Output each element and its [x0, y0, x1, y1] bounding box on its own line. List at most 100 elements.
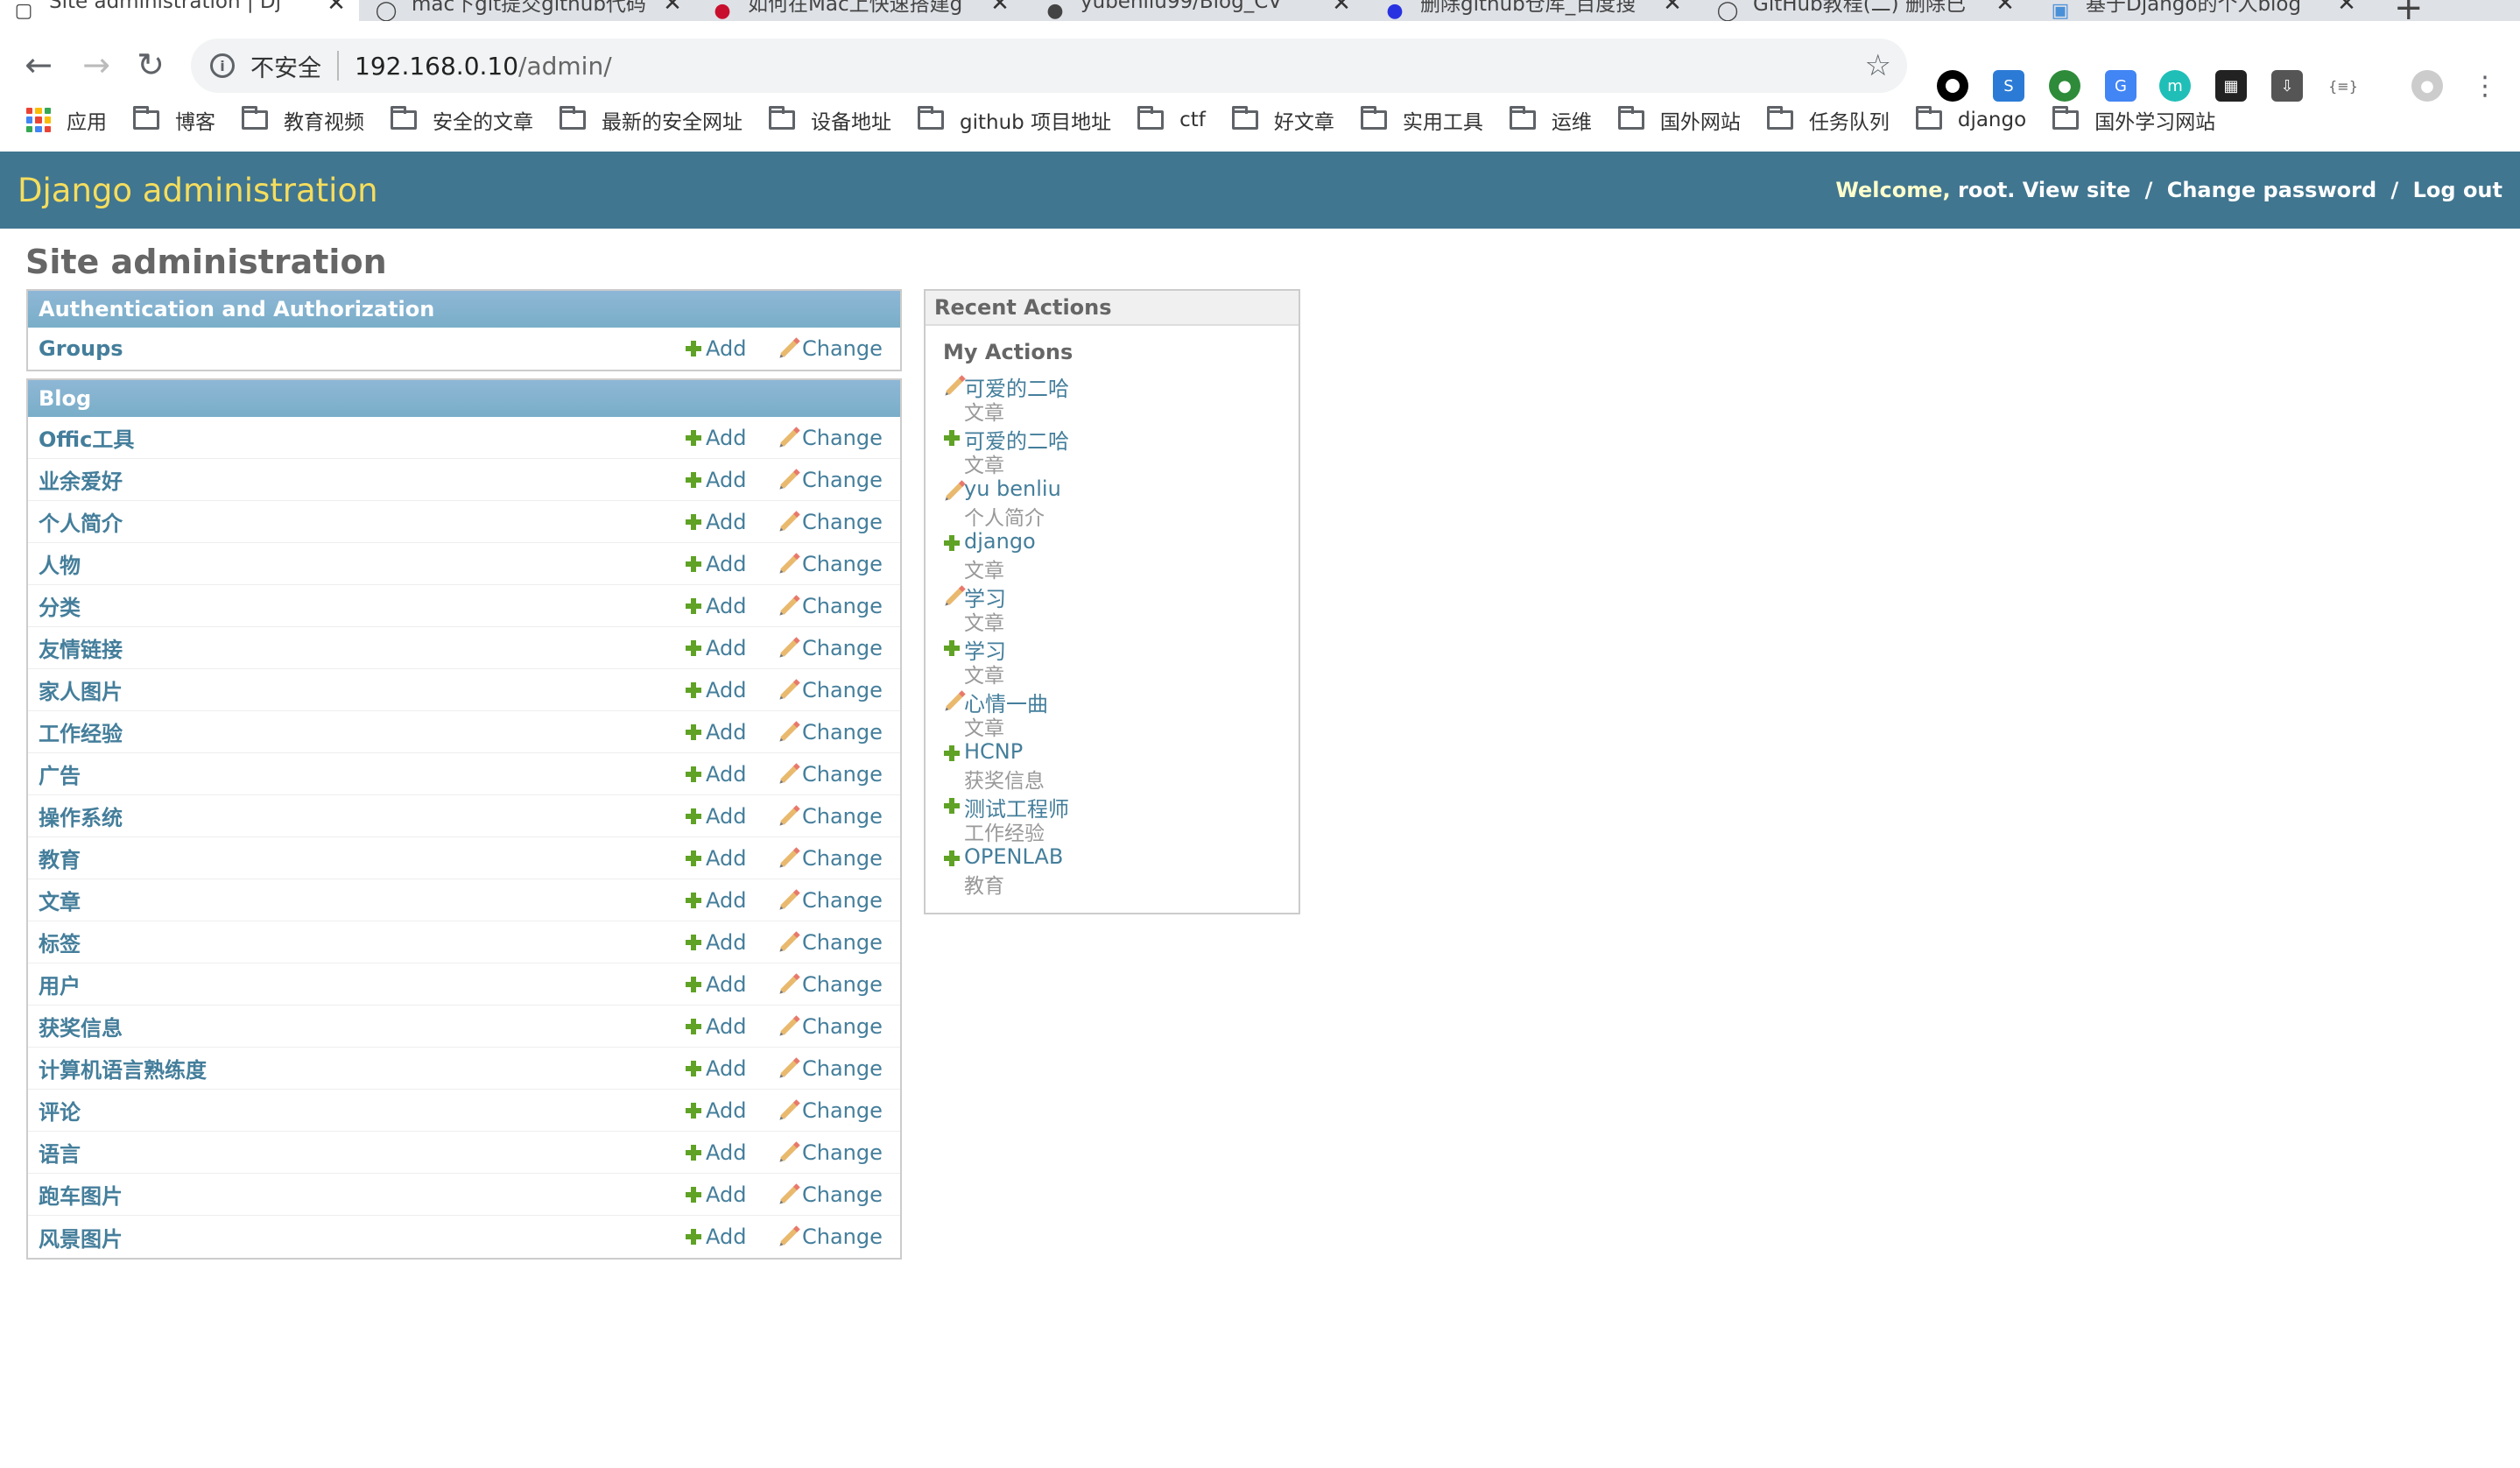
bookmark-folder[interactable]: 好文章	[1231, 105, 1334, 135]
bookmark-folder[interactable]: 实用工具	[1360, 105, 1483, 135]
browser-tab[interactable]: ◯ GitHub教程(二) 删除已 ✕	[1704, 0, 2028, 21]
add-link[interactable]: Add	[685, 879, 746, 921]
extension-s-icon[interactable]: S	[1993, 70, 2024, 102]
bookmark-apps[interactable]: 应用	[67, 105, 107, 135]
change-link[interactable]: Change	[778, 795, 883, 837]
recent-action-link[interactable]: django	[964, 529, 1036, 554]
back-icon[interactable]: ←	[21, 46, 56, 84]
bookmark-folder[interactable]: github 项目地址	[918, 105, 1111, 135]
bookmark-star-icon[interactable]: ☆	[1865, 48, 1891, 83]
change-link[interactable]: Change	[778, 1090, 883, 1132]
change-password-link[interactable]: Change password	[2167, 178, 2376, 202]
add-link[interactable]: Add	[685, 1006, 746, 1048]
change-link[interactable]: Change	[778, 627, 883, 669]
change-link[interactable]: Change	[778, 417, 883, 459]
browser-tab[interactable]: ● 删除github仓库_百度搜 ✕	[1371, 0, 1695, 21]
log-out-link[interactable]: Log out	[2413, 178, 2502, 202]
model-link[interactable]: 教育	[39, 843, 900, 873]
download-icon[interactable]: ⇩	[2271, 70, 2303, 102]
add-link[interactable]: Add	[685, 459, 746, 501]
bookmark-folder[interactable]: 设备地址	[769, 105, 891, 135]
change-link[interactable]: Change	[778, 837, 883, 879]
site-branding[interactable]: Django administration	[18, 172, 378, 209]
change-link[interactable]: Change	[778, 753, 883, 795]
model-link[interactable]: 分类	[39, 590, 900, 621]
recent-action-link[interactable]: OPENLAB	[964, 844, 1063, 869]
change-link[interactable]: Change	[778, 459, 883, 501]
menu-kebab-icon[interactable]: ⋮	[2469, 70, 2501, 102]
add-link[interactable]: Add	[685, 627, 746, 669]
change-link[interactable]: Change	[778, 1174, 883, 1216]
bookmark-folder[interactable]: 运维	[1509, 105, 1592, 135]
info-icon[interactable]: i	[210, 53, 235, 78]
add-link[interactable]: Add	[685, 585, 746, 627]
model-link[interactable]: 跑车图片	[39, 1179, 900, 1210]
reload-icon[interactable]: ↻	[133, 46, 168, 84]
add-link[interactable]: Add	[685, 417, 746, 459]
model-link[interactable]: 语言	[39, 1137, 900, 1168]
url-path[interactable]: /admin/	[518, 52, 612, 81]
model-link[interactable]: 标签	[39, 927, 900, 957]
add-link[interactable]: Add	[685, 1216, 746, 1258]
add-link[interactable]: Add	[685, 921, 746, 963]
bookmark-folder[interactable]: 安全的文章	[391, 105, 533, 135]
add-link[interactable]: Add	[685, 543, 746, 585]
qr-code-icon[interactable]: ▦	[2215, 70, 2247, 102]
apps-grid-icon[interactable]	[26, 108, 51, 132]
close-icon[interactable]: ✕	[1995, 0, 2016, 17]
model-link[interactable]: 家人图片	[39, 674, 900, 705]
bookmark-folder[interactable]: 国外学习网站	[2052, 105, 2215, 135]
recent-action-link[interactable]: HCNP	[964, 739, 1023, 764]
bookmark-folder[interactable]: 国外网站	[1617, 105, 1741, 135]
add-link[interactable]: Add	[685, 711, 746, 753]
close-icon[interactable]: ✕	[2336, 0, 2357, 17]
browser-tab[interactable]: ◯ mac下git提交github代码 ✕	[363, 0, 695, 21]
model-link[interactable]: 友情链接	[39, 632, 900, 663]
change-link[interactable]: Change	[778, 328, 883, 370]
model-link[interactable]: Groups	[39, 336, 900, 361]
change-link[interactable]: Change	[778, 711, 883, 753]
close-icon[interactable]: ✕	[326, 0, 347, 17]
profile-avatar-icon[interactable]: ●	[2411, 70, 2443, 102]
url-host[interactable]: 192.168.0.10	[355, 52, 518, 81]
add-link[interactable]: Add	[685, 328, 746, 370]
add-link[interactable]: Add	[685, 963, 746, 1006]
bookmark-folder[interactable]: 任务队列	[1766, 105, 1890, 135]
change-link[interactable]: Change	[778, 921, 883, 963]
change-link[interactable]: Change	[778, 1006, 883, 1048]
view-site-link[interactable]: View site	[2023, 178, 2130, 202]
model-link[interactable]: 用户	[39, 969, 900, 999]
model-link[interactable]: 广告	[39, 759, 900, 789]
bookmark-folder[interactable]: 教育视频	[242, 105, 364, 135]
address-bar[interactable]: i 不安全 192.168.0.10 /admin/ ☆	[191, 39, 1907, 93]
model-link[interactable]: 业余爱好	[39, 464, 900, 495]
recent-action-link[interactable]: yu benliu	[964, 476, 1061, 501]
change-link[interactable]: Change	[778, 1132, 883, 1174]
model-link[interactable]: Offic工具	[39, 422, 900, 453]
extension-circle-icon[interactable]	[1937, 70, 1968, 102]
new-tab-button[interactable]: +	[2394, 0, 2424, 21]
forward-icon[interactable]: →	[79, 46, 114, 84]
change-link[interactable]: Change	[778, 669, 883, 711]
model-link[interactable]: 计算机语言熟练度	[39, 1053, 900, 1083]
extension-green-icon[interactable]: ●	[2049, 70, 2080, 102]
model-link[interactable]: 获奖信息	[39, 1011, 900, 1041]
app-caption[interactable]: Authentication and Authorization	[28, 291, 900, 328]
model-link[interactable]: 评论	[39, 1095, 900, 1126]
model-link[interactable]: 文章	[39, 885, 900, 915]
add-link[interactable]: Add	[685, 1132, 746, 1174]
bookmark-folder[interactable]: 最新的安全网址	[560, 105, 743, 135]
model-link[interactable]: 个人简介	[39, 506, 900, 537]
model-link[interactable]: 操作系统	[39, 801, 900, 831]
bookmark-folder[interactable]: ctf	[1137, 106, 1206, 131]
extension-teal-icon[interactable]: m	[2159, 70, 2191, 102]
model-link[interactable]: 工作经验	[39, 716, 900, 747]
change-link[interactable]: Change	[778, 963, 883, 1006]
browser-tab[interactable]: ▣ 基于Django的个人blog ✕	[2037, 0, 2369, 21]
change-link[interactable]: Change	[778, 501, 883, 543]
add-link[interactable]: Add	[685, 669, 746, 711]
close-icon[interactable]: ✕	[989, 0, 1010, 17]
model-link[interactable]: 风景图片	[39, 1222, 900, 1253]
app-caption[interactable]: Blog	[28, 380, 900, 417]
close-icon[interactable]: ✕	[1331, 0, 1352, 17]
